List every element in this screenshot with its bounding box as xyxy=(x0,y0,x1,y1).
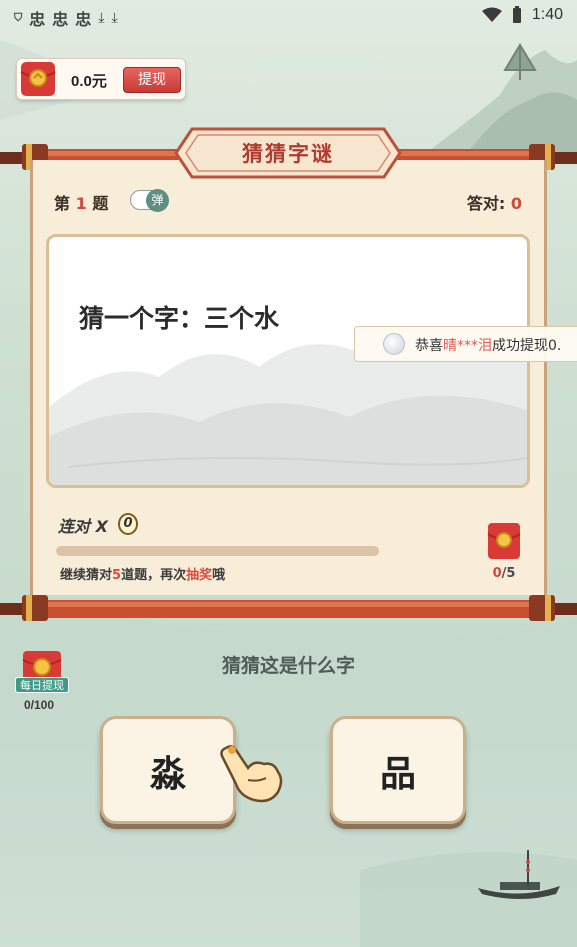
withdraw-notice-banner: 恭喜晴***泪成功提现0. xyxy=(354,326,577,362)
notice-text: 恭喜晴***泪成功提现0. xyxy=(415,338,562,354)
progress-bar xyxy=(56,546,379,556)
shield-icon: ⛉ xyxy=(14,11,23,24)
wallet-balance: 0.0元 提现 xyxy=(16,58,186,100)
toggle-knob: 弹 xyxy=(146,189,169,212)
withdraw-button[interactable]: 提现 xyxy=(123,67,181,93)
red-packet-icon xyxy=(20,62,56,96)
answer-option-label: 淼 xyxy=(149,754,186,795)
page-title: 猜猜字谜 xyxy=(242,142,334,166)
status-bar: ⛉ 忠 忠 忠 ⤓ ⤓ 1:40 xyxy=(0,0,577,32)
daily-withdraw-count: 0/100 xyxy=(24,698,55,712)
correct-count: 答对: 0 xyxy=(466,194,522,213)
clock: 1:40 xyxy=(531,6,563,23)
status-icons-left: ⛉ 忠 忠 忠 ⤓ ⤓ xyxy=(14,6,118,30)
battery-icon xyxy=(512,6,521,23)
progress-hint: 继续猜对5道题，再次抽奖哦 xyxy=(60,568,226,583)
balance-amount: 0.0元 xyxy=(71,73,107,90)
app-icon: 忠 xyxy=(29,10,46,29)
download-icon: ⤓ xyxy=(98,10,105,26)
scroll-rod-bottom xyxy=(0,595,577,621)
user-avatar xyxy=(383,333,405,355)
streak-label: 连对 X xyxy=(58,517,108,536)
riddle-text: 猜一个字：三个水 xyxy=(79,304,280,333)
answer-option-1[interactable]: 淼 xyxy=(100,716,236,824)
lottery-progress-count: 0/5 xyxy=(492,566,516,581)
app-icon: 忠 xyxy=(52,10,69,29)
streak-count: 0 xyxy=(118,513,138,535)
app-icon: 忠 xyxy=(75,10,92,29)
danmaku-toggle[interactable]: 弹 xyxy=(130,189,169,212)
wifi-icon xyxy=(481,7,502,22)
download-icon: ⤓ xyxy=(111,10,118,26)
status-icons-right: 1:40 xyxy=(481,6,563,24)
answer-option-2[interactable]: 品 xyxy=(330,716,466,824)
lottery-red-packet-icon[interactable] xyxy=(487,522,521,560)
question-prompt: 猜猜这是什么字 xyxy=(221,655,355,677)
answer-option-label: 品 xyxy=(379,754,416,795)
ink-landscape-image xyxy=(49,334,527,485)
daily-withdraw-badge[interactable]: 每日提现 xyxy=(15,677,69,693)
pointing-hand-icon xyxy=(220,745,283,803)
question-number: 第 1 题 xyxy=(54,194,109,213)
